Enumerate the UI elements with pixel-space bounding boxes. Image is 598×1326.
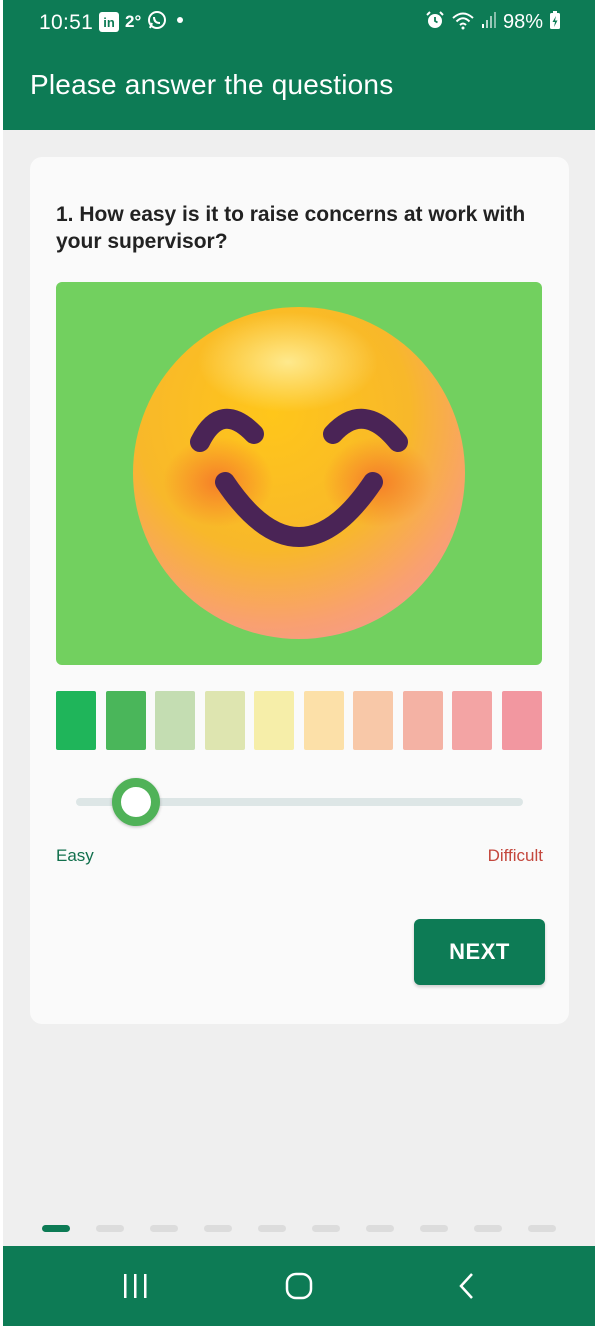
smiling-face-icon — [133, 307, 465, 639]
linkedin-icon: in — [99, 12, 119, 32]
scale-swatch[interactable] — [353, 691, 394, 750]
page-dot — [366, 1225, 394, 1232]
recent-apps-icon[interactable] — [115, 1268, 155, 1304]
home-icon[interactable] — [279, 1268, 319, 1304]
whatsapp-icon — [147, 10, 167, 35]
signal-icon — [481, 10, 497, 35]
status-bar: 10:51 in 2° 98% — [3, 0, 595, 44]
scale-swatch[interactable] — [204, 691, 245, 750]
page-dot — [528, 1225, 556, 1232]
scale-swatch[interactable] — [56, 691, 96, 750]
scale-min-label: Easy — [56, 846, 94, 865]
back-icon[interactable] — [447, 1268, 487, 1304]
app-bar: Please answer the questions — [3, 44, 595, 130]
battery-percent: 98% — [502, 10, 543, 33]
page-dot — [420, 1225, 448, 1232]
battery-charging-icon — [549, 10, 561, 35]
question-illustration — [56, 282, 542, 665]
page-dot-active — [42, 1225, 70, 1232]
scale-swatch[interactable] — [452, 691, 493, 750]
page-dot — [258, 1225, 286, 1232]
next-button[interactable]: NEXT — [414, 919, 545, 985]
page-indicator — [42, 1225, 562, 1233]
scale-swatch[interactable] — [303, 691, 344, 750]
scale-swatch[interactable] — [502, 691, 542, 750]
scale-swatch[interactable] — [402, 691, 443, 750]
page-dot — [474, 1225, 502, 1232]
scale-swatch[interactable] — [155, 691, 196, 750]
page-dot — [96, 1225, 124, 1232]
status-system-icons: 98% — [425, 10, 561, 35]
notification-dot-icon — [173, 13, 187, 32]
status-notification-icons: in 2° — [99, 10, 187, 35]
scale-swatch[interactable] — [254, 691, 295, 750]
page-dot — [312, 1225, 340, 1232]
difficulty-slider[interactable] — [76, 777, 523, 827]
question-text: 1. How easy is it to raise concerns at w… — [56, 203, 526, 253]
page-title: Please answer the questions — [30, 69, 394, 100]
page-dot — [204, 1225, 232, 1232]
slider-thumb[interactable] — [111, 778, 160, 826]
status-time: 10:51 — [39, 11, 94, 34]
system-nav-bar — [3, 1246, 595, 1326]
scale-max-label: Difficult — [487, 846, 543, 865]
scale-swatch[interactable] — [105, 691, 146, 750]
difficulty-color-scale — [56, 691, 542, 750]
page-dot — [150, 1225, 178, 1232]
alarm-icon — [425, 10, 445, 35]
question-card: 1. How easy is it to raise concerns at w… — [30, 157, 569, 1024]
temperature-text: 2° — [125, 12, 142, 31]
wifi-icon — [451, 10, 475, 35]
phone-screen: 10:51 in 2° 98% Please answer the questi… — [3, 0, 595, 1326]
